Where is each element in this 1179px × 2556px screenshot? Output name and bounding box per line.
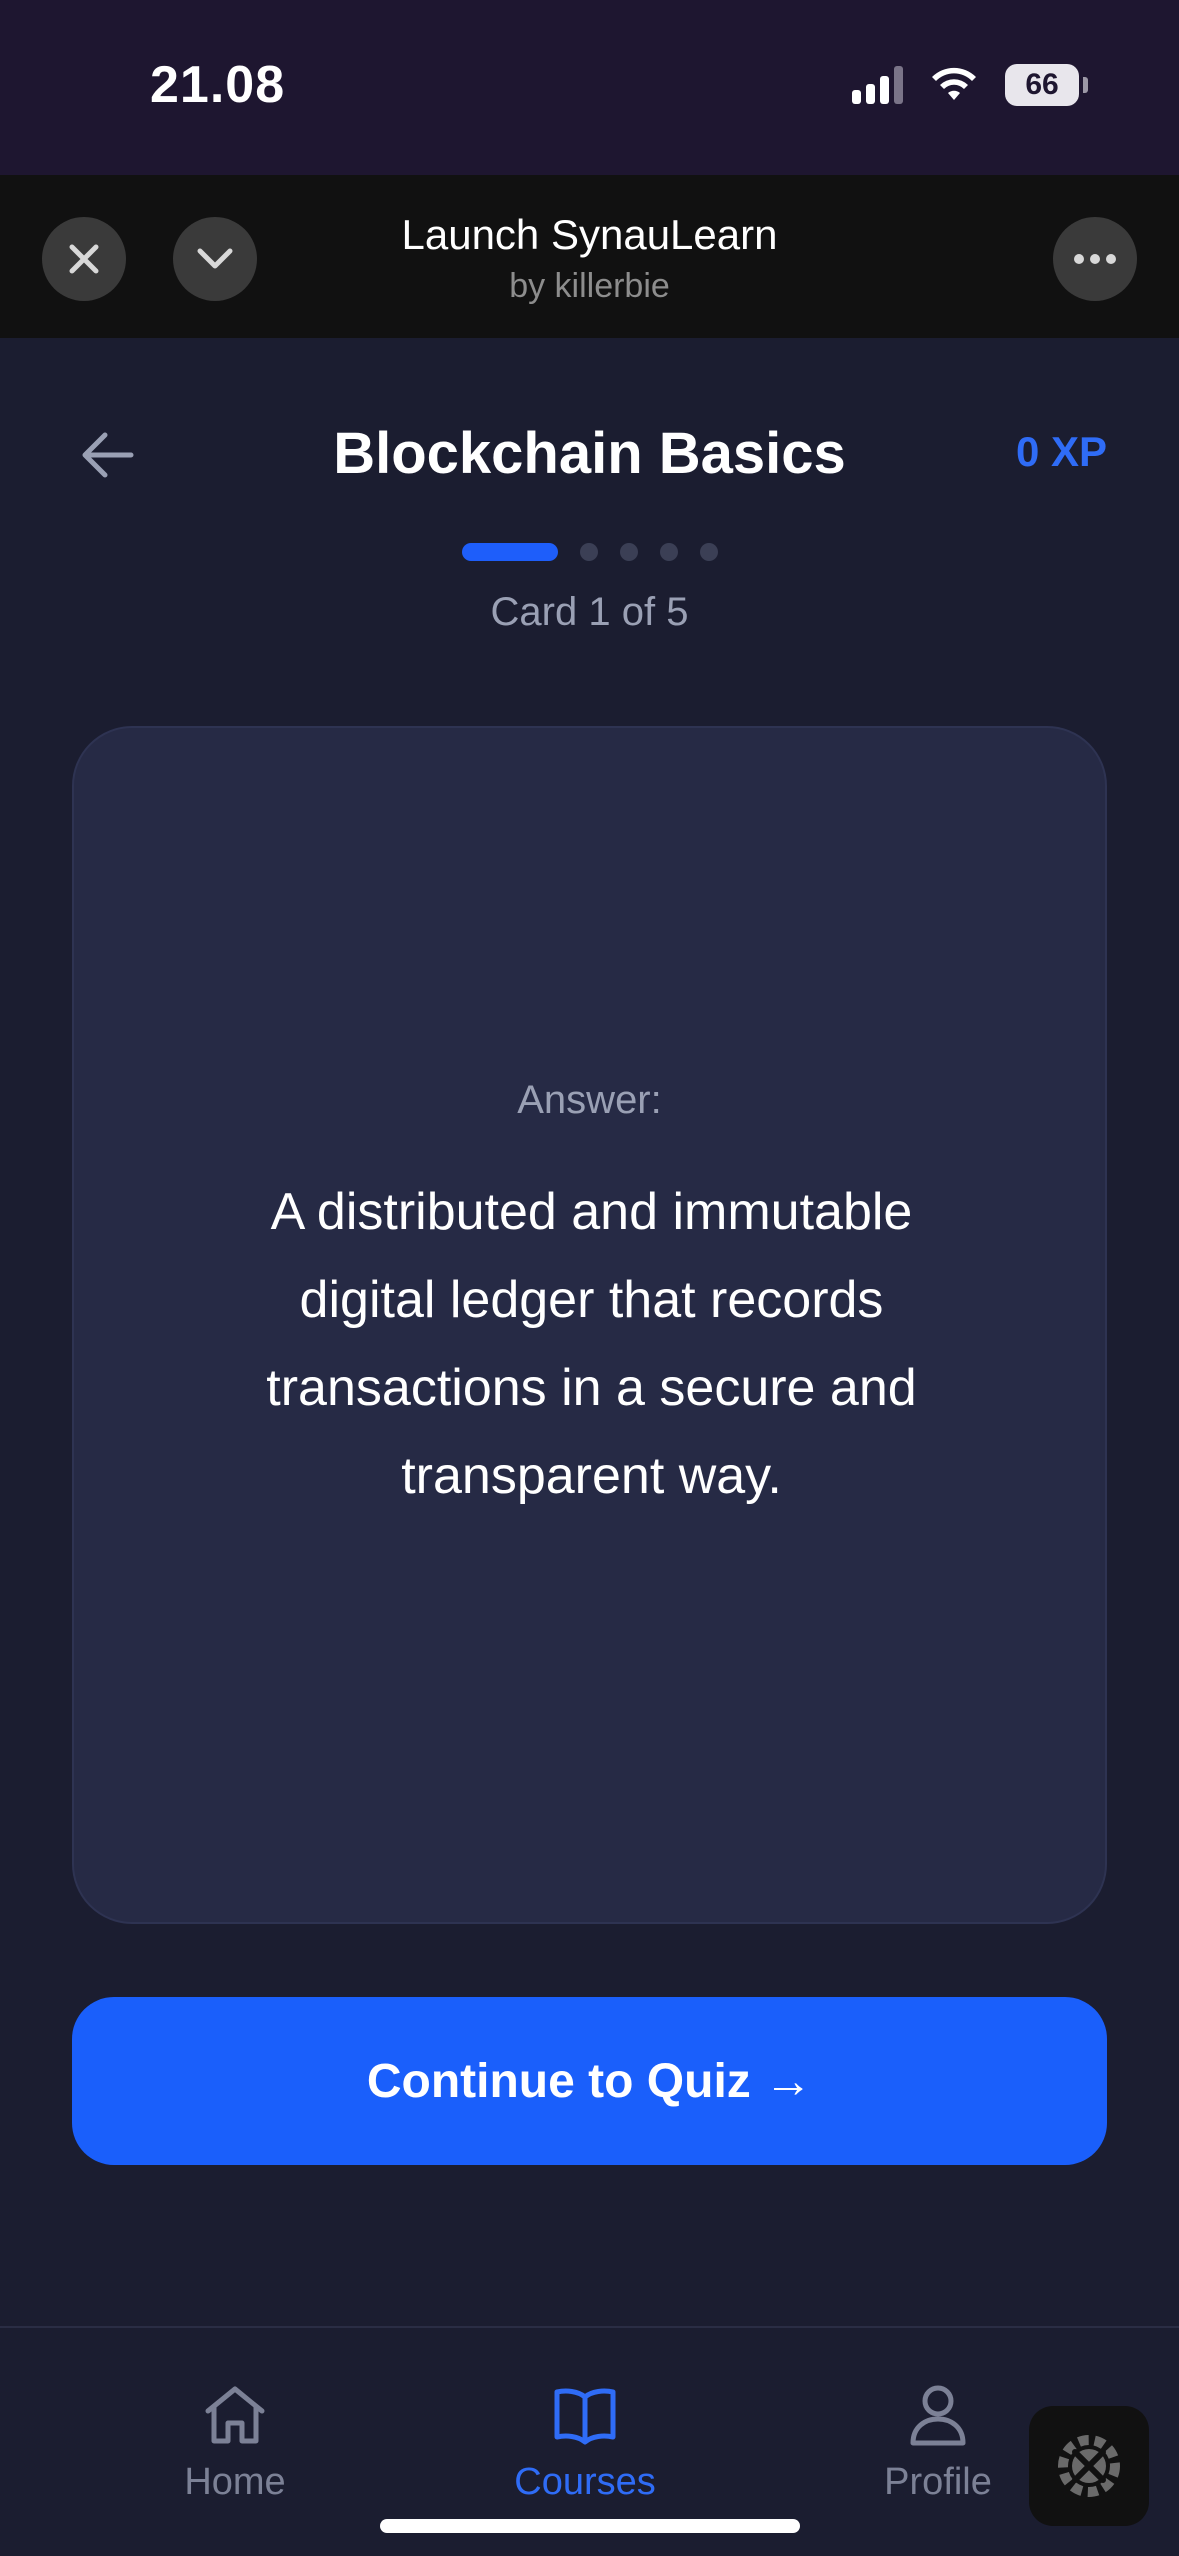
status-icons: 66 bbox=[852, 60, 1088, 110]
progress-dot bbox=[579, 543, 598, 561]
tab-profile[interactable]: Profile bbox=[818, 2383, 1058, 2504]
xp-counter: 0 XP bbox=[1015, 428, 1107, 475]
battery-level: 66 bbox=[1025, 68, 1059, 101]
page-title: Blockchain Basics bbox=[333, 421, 846, 486]
battery-icon: 66 bbox=[1005, 64, 1088, 106]
tab-courses[interactable]: Courses bbox=[465, 2383, 705, 2504]
flashcard[interactable]: Answer: A distributed and immutable digi… bbox=[72, 726, 1107, 1924]
mini-app-subtitle: by killerbie bbox=[509, 267, 670, 305]
progress-dot bbox=[699, 543, 718, 561]
tab-label: Home bbox=[184, 2461, 286, 2503]
answer-text: A distributed and immutable digital ledg… bbox=[266, 1183, 917, 1505]
progress-dot-active bbox=[461, 543, 558, 561]
continue-to-quiz-button[interactable]: Continue to Quiz → bbox=[72, 1997, 1107, 2165]
status-bar: 21.08 66 bbox=[0, 0, 1179, 175]
tab-home[interactable]: Home bbox=[115, 2383, 355, 2504]
course-header: Blockchain Basics 0 XP Card 1 of 5 bbox=[0, 338, 1179, 634]
cellular-signal-icon bbox=[852, 66, 903, 104]
progress-dot bbox=[659, 543, 678, 561]
gear-wrench-icon bbox=[1058, 2435, 1120, 2497]
card-counter: Card 1 of 5 bbox=[490, 590, 689, 634]
card-progress-indicator bbox=[0, 543, 1179, 561]
status-time: 21.08 bbox=[150, 56, 286, 114]
mini-app-title: Launch SynauLearn bbox=[401, 211, 778, 258]
tab-label: Courses bbox=[514, 2461, 656, 2503]
dev-tools-button[interactable] bbox=[1029, 2406, 1149, 2526]
progress-dot bbox=[619, 543, 638, 561]
more-options-button[interactable] bbox=[1053, 217, 1137, 301]
answer-label: Answer: bbox=[517, 1078, 662, 1122]
home-icon bbox=[205, 2386, 265, 2444]
mini-app-header: Launch SynauLearn by killerbie bbox=[0, 175, 1179, 338]
home-indicator bbox=[380, 2519, 800, 2533]
person-icon bbox=[910, 2385, 966, 2446]
more-icon bbox=[1074, 254, 1116, 264]
wifi-icon bbox=[932, 67, 976, 100]
book-icon bbox=[554, 2388, 616, 2445]
tab-label: Profile bbox=[884, 2461, 992, 2503]
